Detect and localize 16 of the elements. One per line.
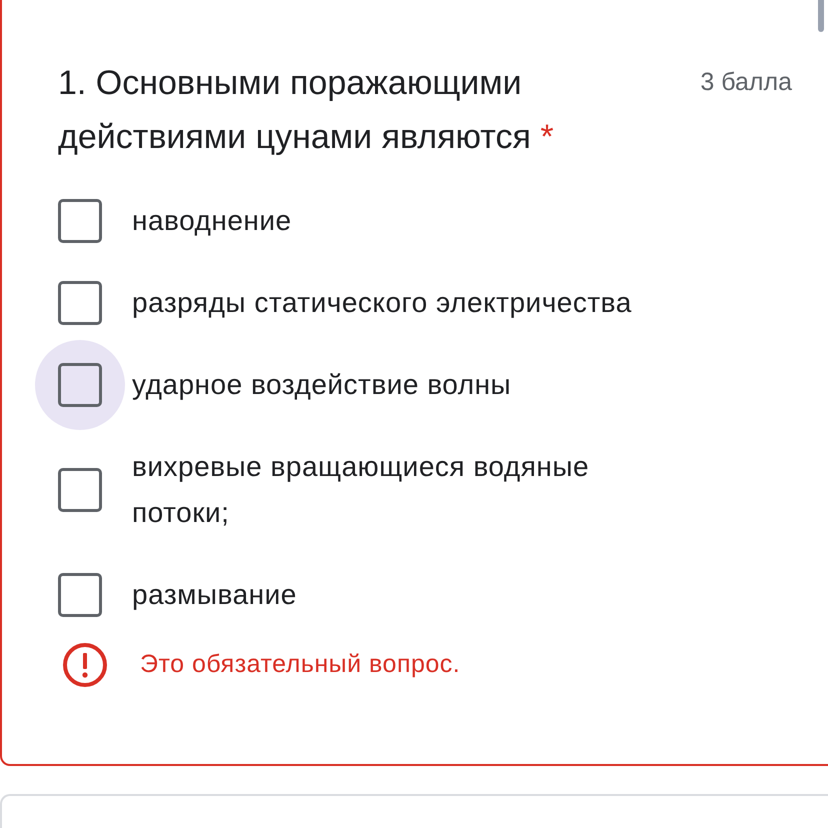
checkbox[interactable] — [58, 281, 102, 325]
question-title: 1. Основными поражающими действиями цунами являются — [58, 64, 531, 156]
option-label: ударное воздействие волны — [132, 368, 512, 402]
checkbox[interactable] — [58, 573, 102, 617]
checkbox[interactable] — [58, 468, 102, 512]
error-icon — [62, 642, 108, 688]
checkbox[interactable] — [58, 199, 102, 243]
error-message: Это обязательный вопрос. — [140, 649, 460, 680]
checkbox[interactable] — [58, 363, 102, 407]
scrollbar[interactable] — [818, 0, 824, 32]
points-label: 3 балла — [700, 67, 792, 98]
option-label: размывание — [132, 578, 298, 612]
option-label: разряды статического электричества — [132, 286, 633, 320]
option-label: наводнение — [132, 204, 293, 238]
required-asterisk: * — [540, 118, 554, 156]
option-label: вихревые вращающиеся водяные потоки; — [132, 450, 590, 530]
